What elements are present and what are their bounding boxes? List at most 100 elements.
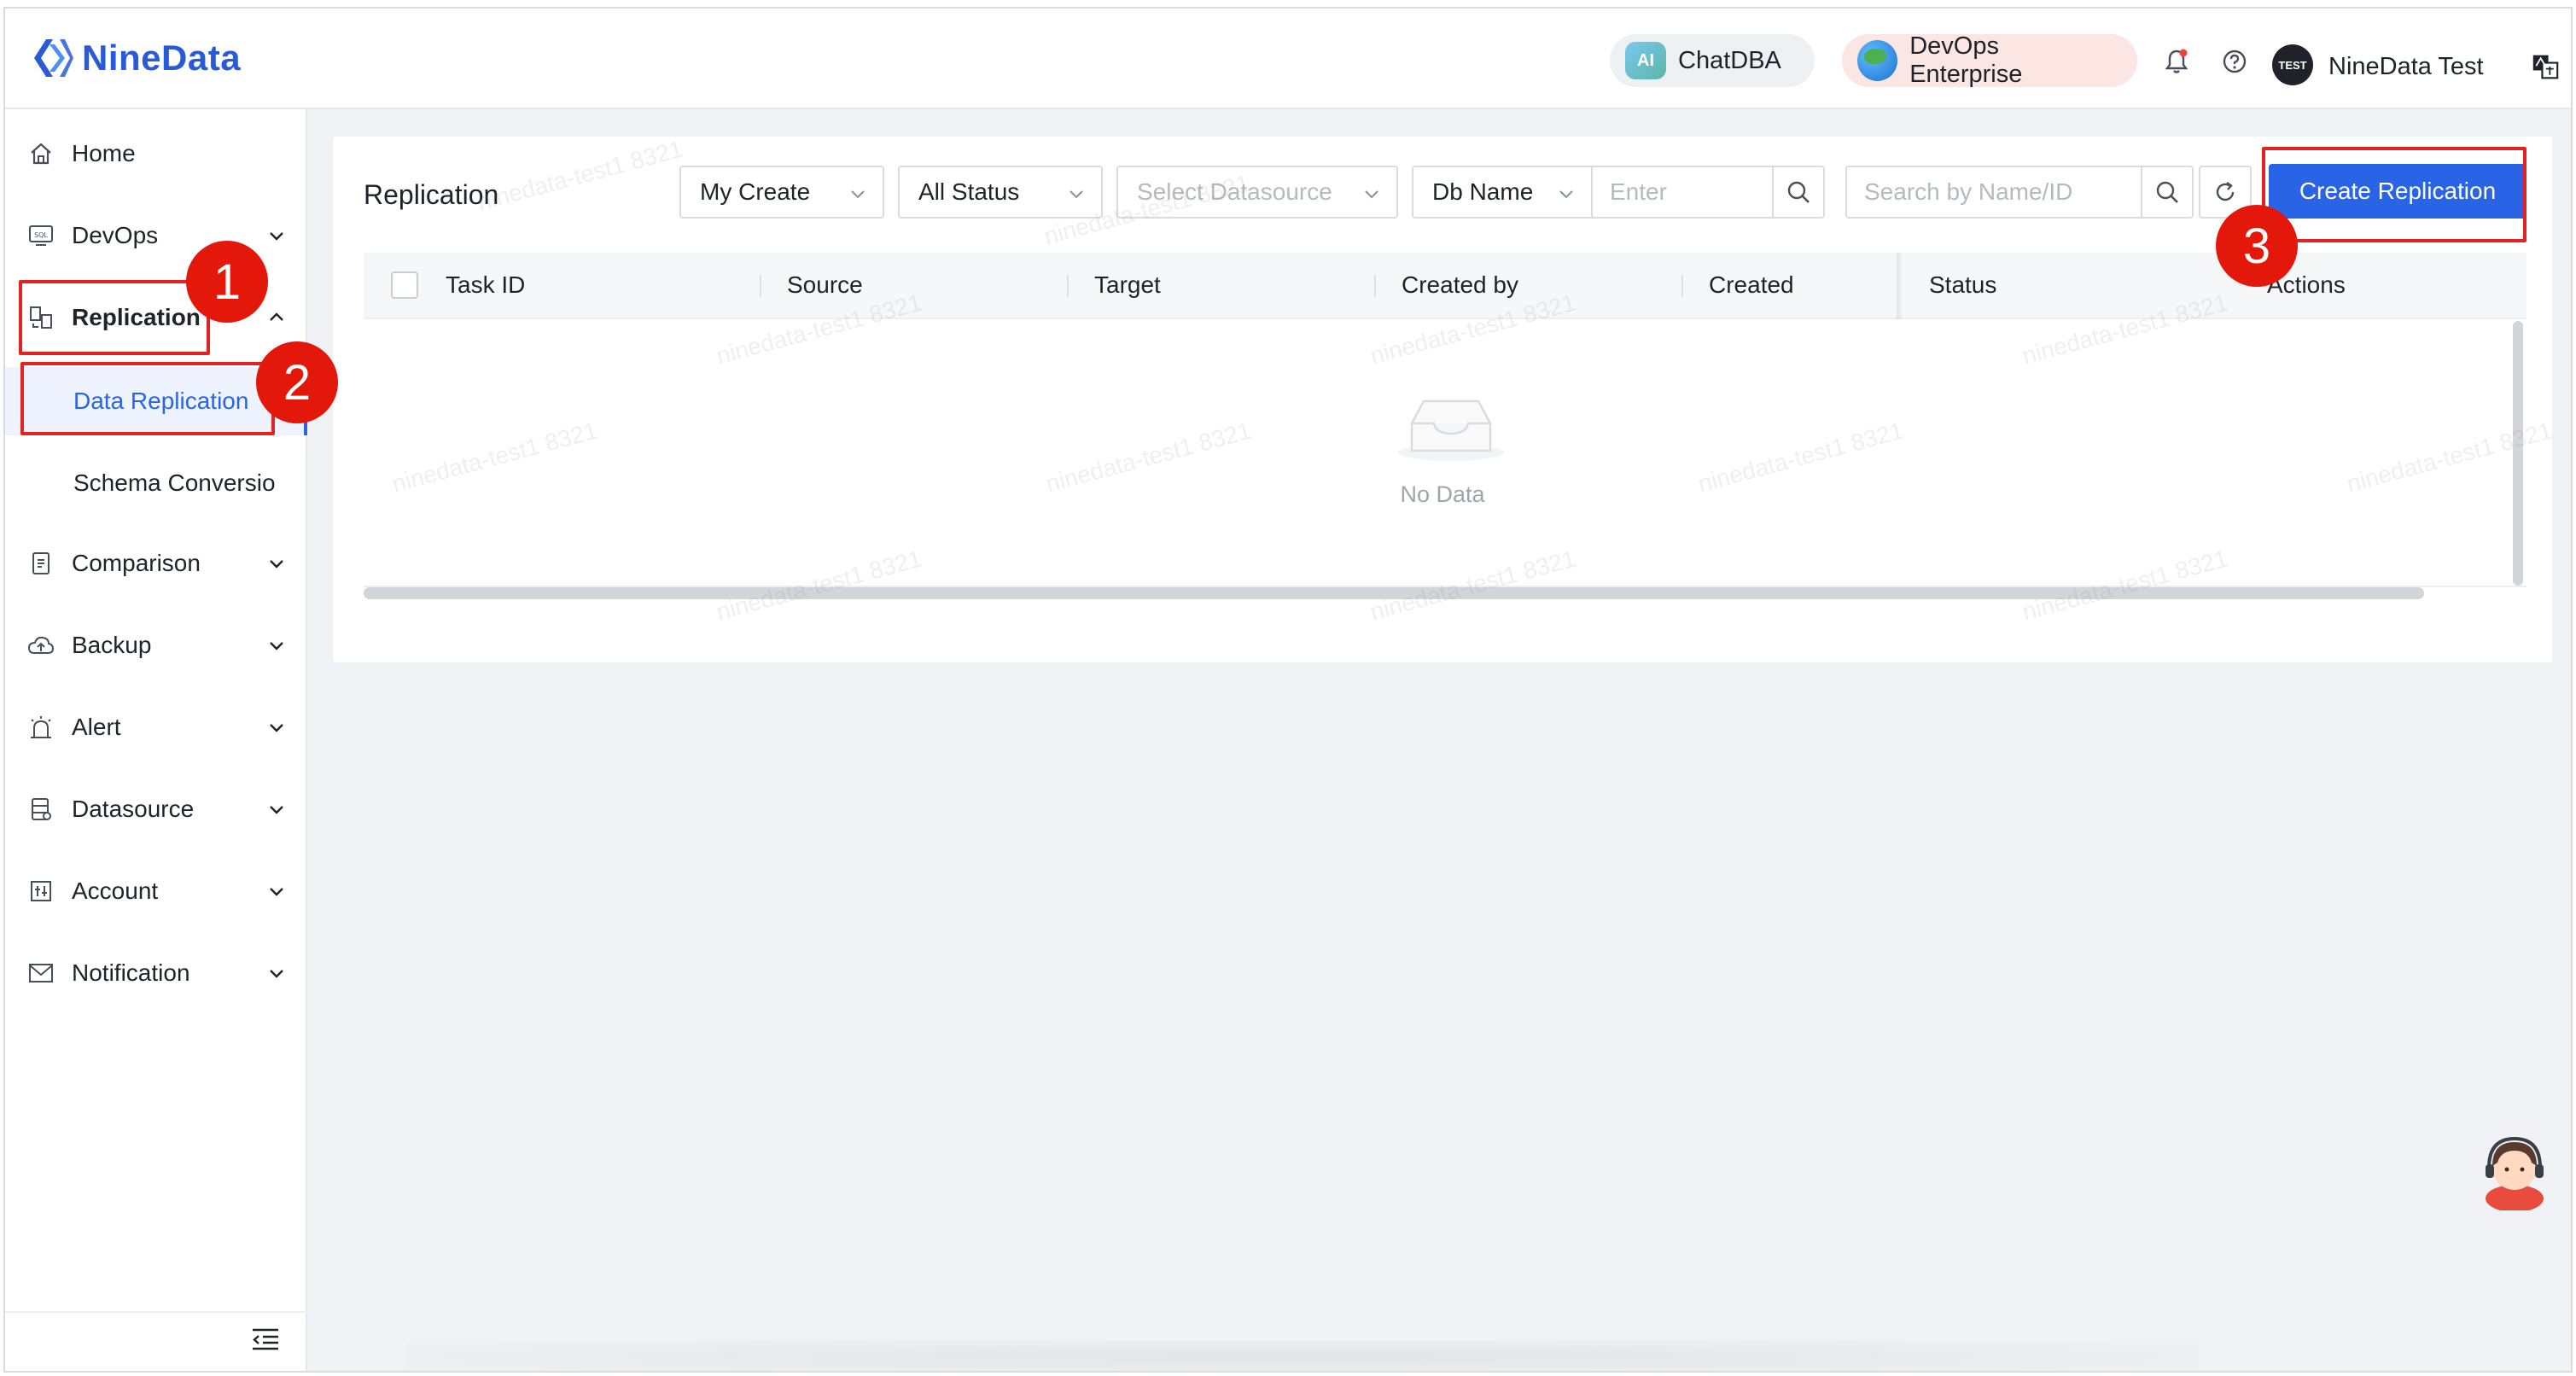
annotation-number-2: 2 — [256, 341, 338, 423]
sql-icon: SQL — [27, 222, 55, 249]
annotation-box-2 — [20, 362, 275, 435]
devops-enterprise-button[interactable]: DevOps Enterprise — [1842, 32, 2137, 88]
status-filter-value: All Status — [918, 178, 1020, 205]
annotation-box-3 — [2262, 147, 2526, 242]
sidebar-item-comparison[interactable]: Comparison — [5, 529, 307, 598]
cloud-backup-icon — [27, 632, 55, 659]
chevron-down-icon — [270, 888, 283, 896]
ninedata-logo-icon — [34, 39, 73, 77]
owner-filter-select[interactable]: My Create — [679, 166, 884, 219]
devops-enterprise-label: DevOps Enterprise — [1909, 32, 2023, 88]
notification-bell-icon[interactable] — [2163, 48, 2190, 75]
alarm-icon — [27, 714, 55, 741]
fixed-column-shadow — [1897, 253, 1903, 319]
column-divider — [1374, 275, 1376, 297]
globe-icon — [1857, 40, 1898, 81]
chevron-down-icon — [1559, 190, 1573, 199]
column-header-status[interactable]: Status — [1929, 271, 1996, 299]
svg-text:SQL: SQL — [34, 231, 48, 239]
search-by-name-input[interactable]: Search by Name/ID — [1845, 166, 2142, 219]
column-header-target[interactable]: Target — [1094, 271, 1161, 299]
chatdba-label: ChatDBA — [1678, 46, 1781, 74]
ai-icon: AI — [1625, 42, 1666, 79]
customer-support-avatar-icon[interactable] — [2477, 1128, 2552, 1210]
db-name-search-button[interactable] — [1772, 166, 1825, 219]
sidebar-item-home[interactable]: Home — [5, 120, 307, 188]
sidebar-item-alert[interactable]: Alert — [5, 693, 307, 761]
sidebar-item-label: Comparison — [72, 550, 201, 576]
column-header-task-id[interactable]: Task ID — [446, 271, 525, 299]
sidebar-item-notification[interactable]: Notification — [5, 939, 307, 1007]
datasource-filter-placeholder: Select Datasource — [1137, 178, 1332, 205]
sidebar-item-label: Account — [72, 877, 159, 904]
sidebar-divider — [5, 1311, 307, 1313]
mail-icon — [27, 959, 55, 987]
user-avatar[interactable]: TEST — [2272, 44, 2313, 85]
sidebar-item-label: Backup — [72, 632, 152, 658]
column-divider — [760, 275, 761, 297]
sidebar-item-label: DevOps — [72, 222, 159, 248]
db-name-field-value: Db Name — [1432, 178, 1534, 205]
language-switch-icon[interactable] — [2532, 53, 2559, 80]
search-icon — [1787, 181, 1810, 203]
datasource-filter-select[interactable]: Select Datasource — [1116, 166, 1398, 219]
column-header-created[interactable]: Created — [1709, 271, 1794, 299]
column-header-source[interactable]: Source — [787, 271, 863, 299]
empty-inbox-icon — [1398, 399, 1504, 461]
bottom-shadow — [406, 1340, 2199, 1371]
brand-name: NineData — [82, 38, 242, 78]
sidebar-subitem-schema-conversion[interactable]: Schema Conversio — [5, 449, 307, 517]
sidebar-item-label: Home — [72, 140, 136, 166]
column-divider — [1681, 275, 1683, 297]
vertical-scrollbar[interactable] — [2513, 321, 2523, 586]
table-header: Task ID Source Target Created by Created… — [364, 253, 2526, 319]
chevron-down-icon — [851, 190, 865, 199]
search-icon — [2156, 181, 2178, 203]
brand-logo[interactable]: NineData — [31, 36, 241, 80]
chevron-down-icon — [270, 642, 283, 650]
column-divider — [1067, 275, 1069, 297]
account-icon — [27, 877, 55, 905]
db-name-input[interactable]: Enter — [1591, 166, 1774, 219]
sidebar-item-backup[interactable]: Backup — [5, 611, 307, 679]
select-all-checkbox[interactable] — [391, 271, 418, 299]
chevron-down-icon — [270, 724, 283, 732]
annotation-number-1: 1 — [186, 241, 268, 323]
sidebar-item-label: Alert — [72, 714, 121, 740]
top-header: NineData AI ChatDBA DevOps Enterprise TE… — [5, 9, 2571, 109]
db-name-input-placeholder: Enter — [1610, 178, 1667, 205]
page-title: Replication — [364, 179, 499, 210]
user-name[interactable]: NineData Test — [2328, 53, 2484, 81]
chevron-down-icon — [270, 560, 283, 568]
chevron-down-icon — [270, 806, 283, 814]
datasource-icon — [27, 796, 55, 823]
sidebar-item-account[interactable]: Account — [5, 857, 307, 925]
annotation-box-1 — [19, 280, 210, 355]
home-icon — [27, 140, 55, 167]
sidebar-item-label: Notification — [72, 959, 190, 986]
column-header-created-by[interactable]: Created by — [1402, 271, 1518, 299]
replication-card: Replication My Create All Status Select … — [333, 137, 2552, 662]
chevron-down-icon — [270, 970, 283, 978]
refresh-icon — [2216, 182, 2235, 201]
search-by-name-placeholder: Search by Name/ID — [1864, 178, 2073, 205]
empty-state-text: No Data — [1400, 481, 1485, 507]
chevron-down-icon — [1069, 190, 1083, 199]
chevron-down-icon — [270, 232, 283, 241]
owner-filter-value: My Create — [700, 178, 811, 205]
sidebar-item-datasource[interactable]: Datasource — [5, 775, 307, 843]
db-name-field-select[interactable]: Db Name — [1412, 166, 1593, 219]
comparison-icon — [27, 550, 55, 577]
chevron-up-icon — [270, 312, 283, 321]
help-icon[interactable] — [2221, 48, 2248, 75]
name-search-button[interactable] — [2141, 166, 2194, 219]
app-window: NineData AI ChatDBA DevOps Enterprise TE… — [3, 7, 2573, 1373]
annotation-number-3: 3 — [2216, 205, 2298, 287]
collapse-sidebar-icon[interactable] — [251, 1326, 280, 1352]
status-filter-select[interactable]: All Status — [898, 166, 1103, 219]
horizontal-scrollbar[interactable] — [364, 587, 2424, 599]
sidebar-item-label: Datasource — [72, 796, 195, 822]
sidebar-subitem-label: Schema Conversio — [73, 469, 276, 496]
chatdba-button[interactable]: AI ChatDBA — [1610, 34, 1815, 87]
chevron-down-icon — [1365, 190, 1378, 199]
